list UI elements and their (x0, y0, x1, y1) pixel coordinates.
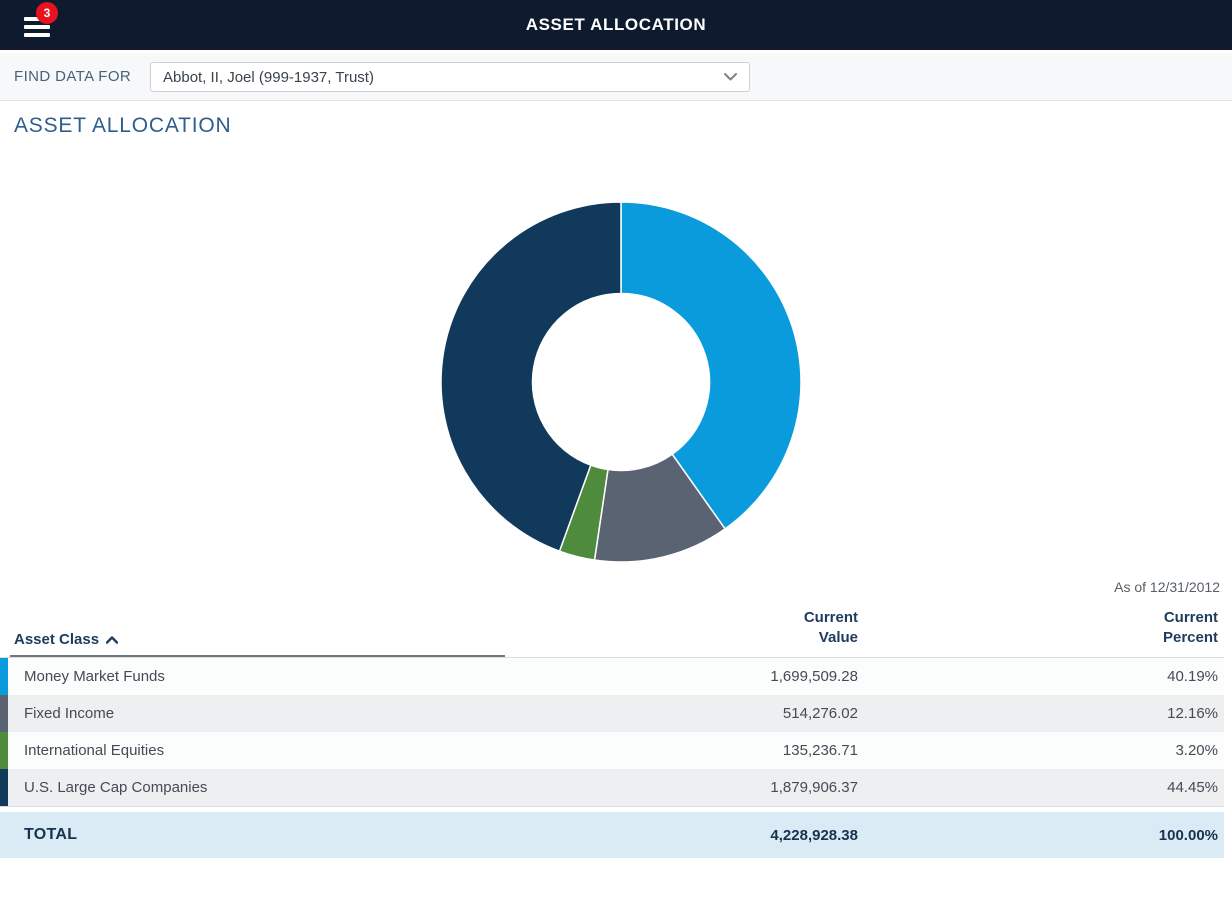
find-data-select[interactable]: Abbot, II, Joel (999-1937, Trust) (150, 62, 750, 92)
column-header-current-percent[interactable]: Current Percent (858, 608, 1218, 649)
total-current-percent: 100.00% (858, 827, 1218, 844)
asset-allocation-screen: 3 ASSET ALLOCATION FIND DATA FOR Abbot, … (0, 0, 1232, 900)
donut-chart-svg (440, 201, 802, 563)
asset-class-cell: Money Market Funds (0, 668, 508, 685)
as-of-date: As of 12/31/2012 (1114, 579, 1220, 595)
current-percent-cell: 12.16% (858, 705, 1218, 722)
sort-ascending-icon (106, 636, 118, 644)
find-data-bar: FIND DATA FOR Abbot, II, Joel (999-1937,… (0, 53, 1232, 101)
current-value-cell: 1,699,509.28 (508, 668, 858, 685)
table-bottom-divider (0, 806, 1224, 807)
asset-class-cell: Fixed Income (0, 705, 508, 722)
table-row[interactable]: Fixed Income 514,276.02 12.16% (0, 695, 1224, 732)
row-color-chip (0, 769, 8, 806)
current-percent-cell: 44.45% (858, 779, 1218, 796)
row-color-chip (0, 658, 8, 695)
current-percent-cell: 40.19% (858, 668, 1218, 685)
row-color-chip (0, 695, 8, 732)
current-value-cell: 514,276.02 (508, 705, 858, 722)
asset-class-cell: U.S. Large Cap Companies (0, 779, 508, 796)
column-header-asset-class[interactable]: Asset Class (0, 631, 508, 648)
find-data-selected-value: Abbot, II, Joel (999-1937, Trust) (163, 69, 374, 86)
total-row: TOTAL 4,228,928.38 100.00% (0, 812, 1224, 858)
total-current-value: 4,228,928.38 (508, 827, 858, 844)
current-value-cell: 135,236.71 (508, 742, 858, 759)
total-label: TOTAL (0, 826, 508, 844)
asset-allocation-donut-chart[interactable] (440, 201, 802, 563)
current-value-cell: 1,879,906.37 (508, 779, 858, 796)
asset-class-cell: International Equities (0, 742, 508, 759)
asset-class-header-label: Asset Class (14, 631, 99, 648)
table-header-row: Asset Class Current Value Current Percen… (0, 606, 1224, 656)
row-color-chip (0, 732, 8, 769)
asset-class-table: Money Market Funds 1,699,509.28 40.19% F… (0, 658, 1224, 806)
table-row[interactable]: U.S. Large Cap Companies 1,879,906.37 44… (0, 769, 1224, 806)
table-row[interactable]: Money Market Funds 1,699,509.28 40.19% (0, 658, 1224, 695)
section-title: ASSET ALLOCATION (14, 114, 231, 138)
page-title: ASSET ALLOCATION (0, 0, 1232, 50)
chevron-down-icon (724, 73, 737, 81)
table-row[interactable]: International Equities 135,236.71 3.20% (0, 732, 1224, 769)
current-percent-cell: 3.20% (858, 742, 1218, 759)
column-header-current-value[interactable]: Current Value (508, 608, 858, 649)
find-data-label: FIND DATA FOR (14, 53, 131, 100)
top-navigation-bar: 3 ASSET ALLOCATION (0, 0, 1232, 50)
